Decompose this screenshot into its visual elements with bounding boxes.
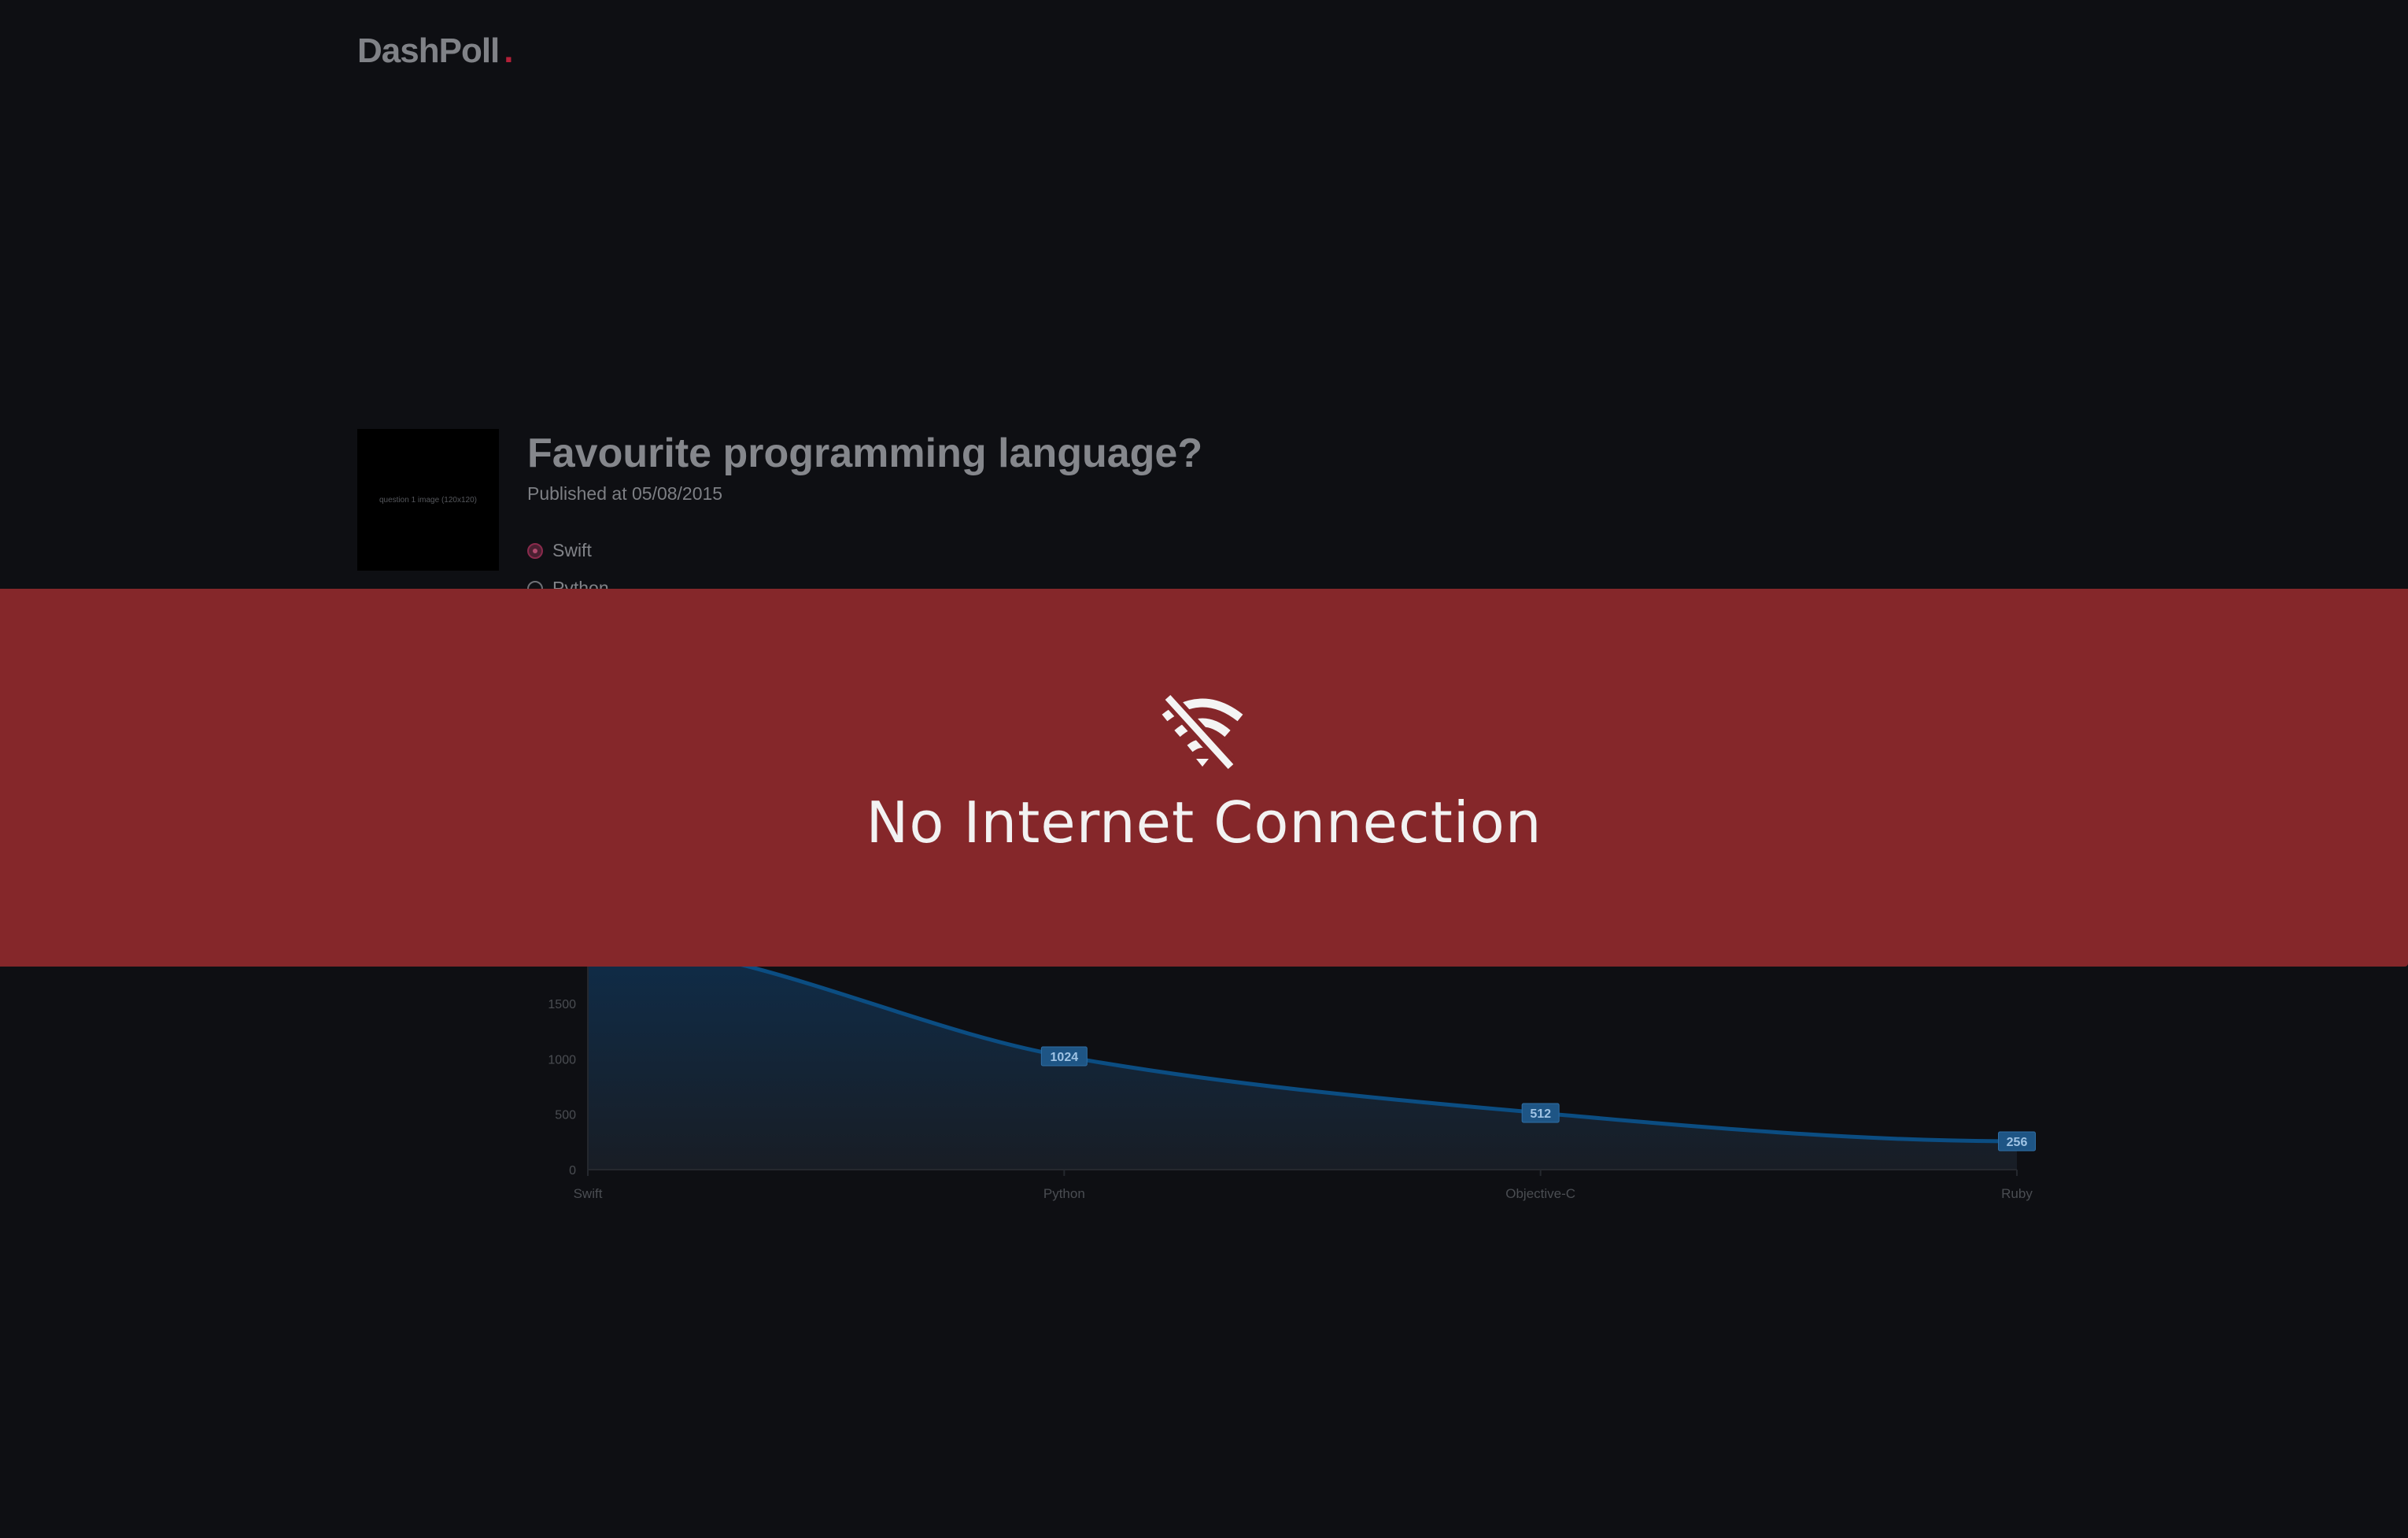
y-tick-label: 1500 [548,998,576,1011]
question-image-placeholder: question 1 image (120x120) [379,495,477,505]
poll-page: DashPoll. question 1 image (120x120) Fav… [0,0,2408,1538]
data-label-box [1521,1103,1560,1123]
area-fill [588,943,2017,1170]
data-label: 1024 [1051,1051,1079,1064]
x-tick-label: Objective-C [1505,1186,1575,1201]
series-line [587,941,2018,1144]
logo-dot: . [504,31,513,70]
offline-message: No Internet Connection [866,789,1542,856]
y-tick-label: 0 [569,1164,576,1178]
data-label-box [1040,1046,1088,1067]
y-tick-label: 500 [555,1109,576,1122]
logo-text: DashPoll [357,31,500,70]
option-swift[interactable]: Swift [527,540,592,561]
wifi-off-icon [1162,692,1243,770]
y-tick-label: 1000 [548,1053,576,1067]
x-tick-label: Ruby [2001,1186,2033,1201]
published-date: Published at 05/08/2015 [527,483,723,504]
data-label: 512 [1530,1107,1551,1121]
poll-title: Favourite programming language? [527,431,1203,476]
offline-banner: No Internet Connection [0,589,2408,967]
question-image: question 1 image (120x120) [357,429,499,571]
option-label: Swift [552,540,592,560]
dashpoll-logo[interactable]: DashPoll. [357,31,514,71]
x-tick-label: Python [1043,1186,1085,1201]
radio-selected-icon[interactable] [527,542,543,559]
data-label-box [1998,1131,2036,1152]
x-tick-label: Swift [574,1186,603,1201]
data-label: 256 [2007,1136,2028,1149]
